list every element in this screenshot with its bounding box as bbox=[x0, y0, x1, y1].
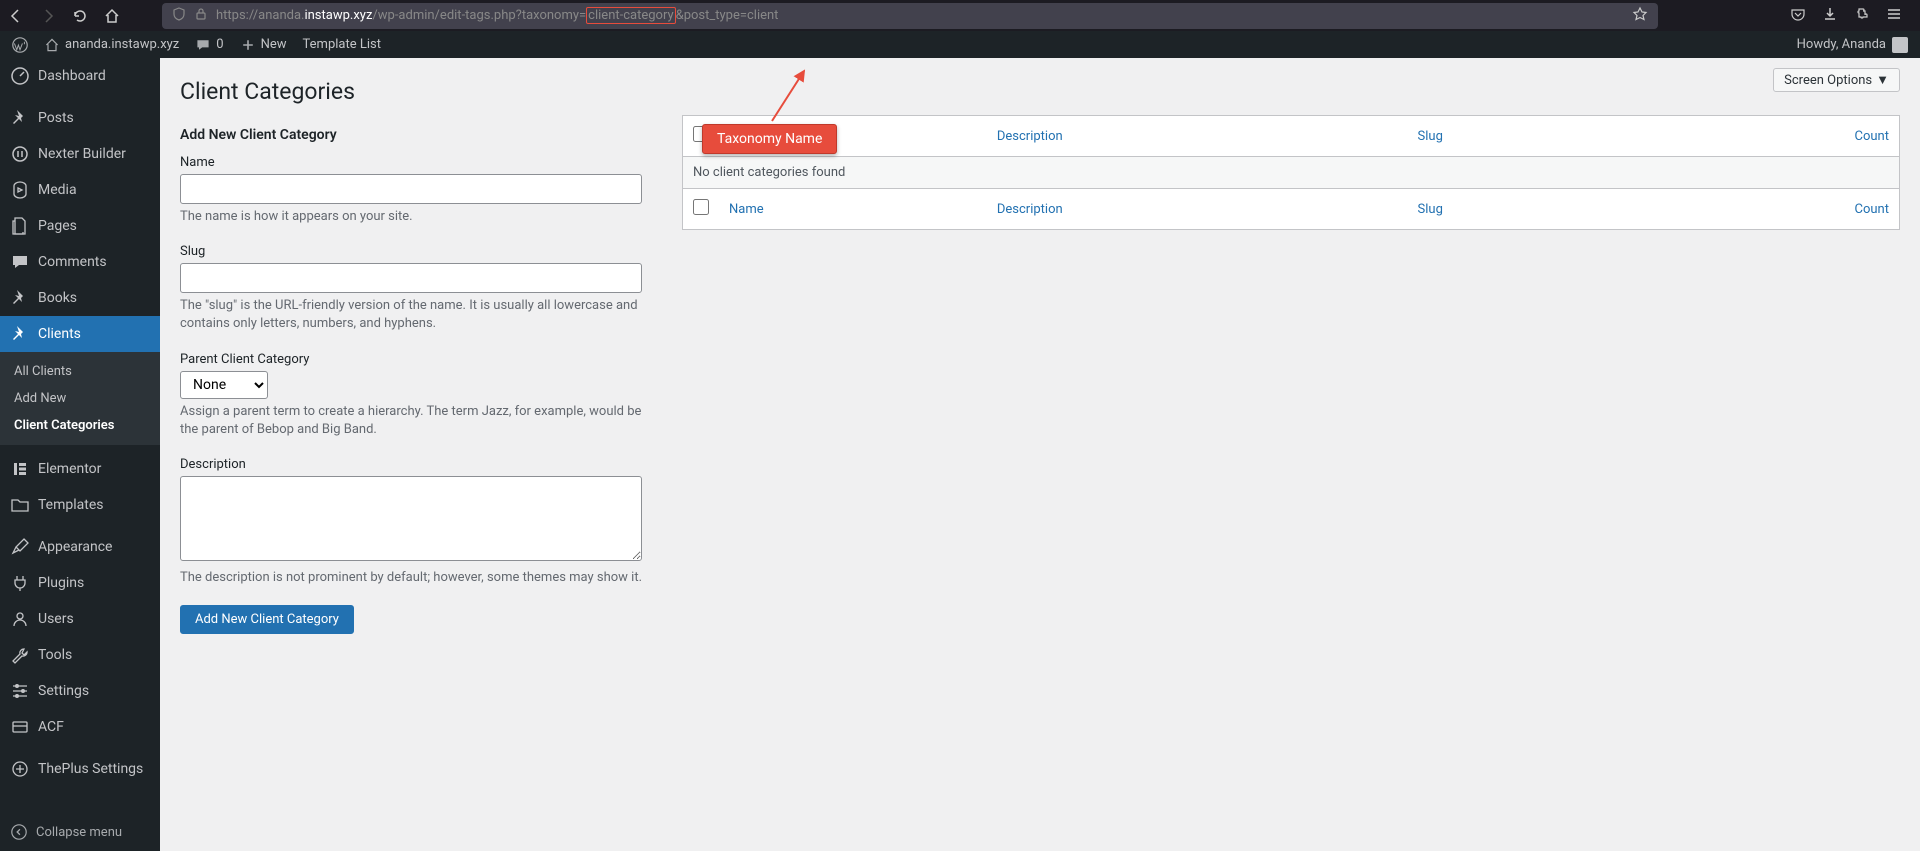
sidebar-item-users[interactable]: Users bbox=[0, 601, 160, 637]
parent-desc: Assign a parent term to create a hierarc… bbox=[180, 403, 642, 439]
wrench-icon bbox=[10, 645, 30, 665]
shield-icon bbox=[172, 7, 186, 25]
elementor-icon bbox=[10, 459, 30, 479]
add-term-form: Add New Client Category Name The name is… bbox=[180, 115, 642, 634]
parent-label: Parent Client Category bbox=[180, 352, 642, 367]
submenu-client-categories[interactable]: Client Categories bbox=[0, 412, 160, 439]
pin-icon bbox=[10, 324, 30, 344]
howdy-link[interactable]: Howdy, Ananda bbox=[1797, 37, 1908, 53]
col-slug-header[interactable]: Slug bbox=[1418, 129, 1443, 144]
sidebar-item-nexter[interactable]: Nexter Builder bbox=[0, 136, 160, 172]
address-bar[interactable]: https://ananda.instawp.xyz/wp-admin/edit… bbox=[162, 3, 1658, 29]
sidebar-item-comments[interactable]: Comments bbox=[0, 244, 160, 280]
terms-table: Name Description Slug Count No client ca… bbox=[682, 115, 1900, 230]
acf-icon bbox=[10, 717, 30, 737]
nexter-icon bbox=[10, 144, 30, 164]
slug-label: Slug bbox=[180, 244, 642, 259]
sidebar-item-tools[interactable]: Tools bbox=[0, 637, 160, 673]
sidebar-item-settings[interactable]: Settings bbox=[0, 673, 160, 709]
dashboard-icon bbox=[10, 66, 30, 86]
lock-icon bbox=[194, 7, 208, 25]
sidebar-submenu-clients: All Clients Add New Client Categories bbox=[0, 352, 160, 445]
extensions-icon[interactable] bbox=[1854, 6, 1870, 26]
submenu-all-clients[interactable]: All Clients bbox=[0, 358, 160, 385]
description-desc: The description is not prominent by defa… bbox=[180, 569, 642, 587]
description-textarea[interactable] bbox=[180, 476, 642, 561]
submenu-add-new[interactable]: Add New bbox=[0, 385, 160, 412]
pin-icon bbox=[10, 108, 30, 128]
new-link[interactable]: New bbox=[240, 37, 287, 53]
page-title: Client Categories bbox=[180, 58, 1900, 115]
plug-icon bbox=[10, 573, 30, 593]
media-icon bbox=[10, 180, 30, 200]
slug-input[interactable] bbox=[180, 263, 642, 293]
annotation-label: Taxonomy Name bbox=[702, 124, 837, 154]
url-text: https://ananda.instawp.xyz/wp-admin/edit… bbox=[216, 8, 778, 23]
sidebar-item-dashboard[interactable]: Dashboard bbox=[0, 58, 160, 94]
submit-button[interactable]: Add New Client Category bbox=[180, 605, 354, 634]
name-label: Name bbox=[180, 155, 642, 170]
browser-chrome: https://ananda.instawp.xyz/wp-admin/edit… bbox=[0, 0, 1920, 31]
sidebar-item-acf[interactable]: ACF bbox=[0, 709, 160, 745]
sidebar-item-books[interactable]: Books bbox=[0, 280, 160, 316]
sidebar-item-media[interactable]: Media bbox=[0, 172, 160, 208]
col-name-footer[interactable]: Name bbox=[729, 202, 764, 217]
main-content: Screen Options ▼ Taxonomy Name Client Ca… bbox=[160, 58, 1920, 851]
wp-adminbar: ananda.instawp.xyz 0 New Template List H… bbox=[0, 31, 1920, 58]
sidebar-item-plugins[interactable]: Plugins bbox=[0, 565, 160, 601]
chevron-down-icon: ▼ bbox=[1876, 72, 1889, 88]
sidebar-item-posts[interactable]: Posts bbox=[0, 100, 160, 136]
plus-icon bbox=[10, 759, 30, 779]
comments-link[interactable]: 0 bbox=[195, 37, 223, 53]
template-list-link[interactable]: Template List bbox=[303, 37, 381, 52]
menu-icon[interactable] bbox=[1886, 6, 1902, 26]
slug-desc: The "slug" is the URL-friendly version o… bbox=[180, 297, 642, 333]
folder-icon bbox=[10, 495, 30, 515]
screen-options-button[interactable]: Screen Options ▼ bbox=[1773, 68, 1900, 92]
forward-button[interactable] bbox=[40, 8, 56, 24]
comment-icon bbox=[10, 252, 30, 272]
col-description-footer[interactable]: Description bbox=[997, 202, 1063, 217]
parent-select[interactable]: None bbox=[180, 371, 268, 399]
sidebar-item-elementor[interactable]: Elementor bbox=[0, 451, 160, 487]
reload-button[interactable] bbox=[72, 8, 88, 24]
downloads-icon[interactable] bbox=[1822, 6, 1838, 26]
sidebar-item-clients[interactable]: Clients bbox=[0, 316, 160, 352]
pocket-icon[interactable] bbox=[1790, 6, 1806, 26]
col-slug-footer[interactable]: Slug bbox=[1418, 202, 1443, 217]
home-button[interactable] bbox=[104, 8, 120, 24]
site-link[interactable]: ananda.instawp.xyz bbox=[44, 37, 179, 53]
bookmark-icon[interactable] bbox=[1632, 6, 1648, 26]
wp-logo[interactable] bbox=[12, 37, 28, 53]
admin-sidebar: Dashboard Posts Nexter Builder Media Pag… bbox=[0, 58, 160, 851]
sidebar-item-appearance[interactable]: Appearance bbox=[0, 529, 160, 565]
col-count-header[interactable]: Count bbox=[1855, 129, 1889, 144]
table-empty-row: No client categories found bbox=[683, 157, 1900, 189]
sidebar-item-templates[interactable]: Templates bbox=[0, 487, 160, 523]
select-all-bottom[interactable] bbox=[693, 199, 709, 215]
page-icon bbox=[10, 216, 30, 236]
brush-icon bbox=[10, 537, 30, 557]
back-button[interactable] bbox=[8, 8, 24, 24]
sliders-icon bbox=[10, 681, 30, 701]
name-input[interactable] bbox=[180, 174, 642, 204]
col-count-footer[interactable]: Count bbox=[1855, 202, 1889, 217]
description-label: Description bbox=[180, 457, 642, 472]
sidebar-item-pages[interactable]: Pages bbox=[0, 208, 160, 244]
sidebar-item-theplus[interactable]: ThePlus Settings bbox=[0, 751, 160, 787]
form-title: Add New Client Category bbox=[180, 127, 642, 143]
annotation-callout: Taxonomy Name bbox=[702, 124, 837, 154]
avatar bbox=[1892, 37, 1908, 53]
annotation-arrow-icon bbox=[762, 66, 812, 126]
user-icon bbox=[10, 609, 30, 629]
pin-icon bbox=[10, 288, 30, 308]
name-desc: The name is how it appears on your site. bbox=[180, 208, 642, 226]
collapse-menu[interactable]: Collapse menu bbox=[0, 813, 160, 851]
col-description-header[interactable]: Description bbox=[997, 129, 1063, 144]
